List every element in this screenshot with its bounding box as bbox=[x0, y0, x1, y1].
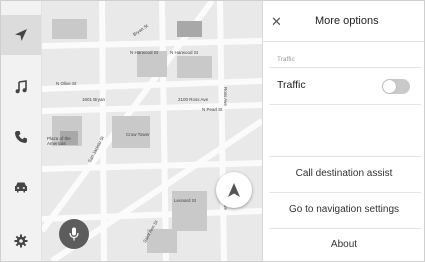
traffic-row[interactable]: Traffic bbox=[263, 70, 424, 104]
street-label: 2100 Ross Ave bbox=[178, 97, 209, 102]
phone-icon bbox=[15, 131, 27, 143]
rail-navigation-button[interactable] bbox=[1, 15, 41, 55]
navigation-arrow-icon bbox=[15, 29, 27, 41]
screen: N Harwood St N Harwood St N Olive St N P… bbox=[0, 0, 425, 262]
rail-vehicle-button[interactable] bbox=[1, 167, 41, 207]
divider bbox=[269, 104, 421, 105]
gear-icon bbox=[14, 234, 28, 248]
street-label: Ross Ave bbox=[223, 87, 228, 106]
map-view[interactable]: N Harwood St N Harwood St N Olive St N P… bbox=[42, 1, 262, 261]
more-options-panel: ✕ More options Traffic Traffic Call dest… bbox=[262, 1, 424, 261]
rail-media-button[interactable] bbox=[1, 67, 41, 107]
music-note-icon bbox=[15, 80, 27, 94]
navigation-arrow-icon bbox=[228, 183, 240, 197]
voice-input-button[interactable] bbox=[59, 219, 89, 249]
street-label: 1601 Bryan bbox=[82, 97, 106, 102]
street-label: Leonard St bbox=[174, 198, 197, 203]
divider bbox=[269, 67, 421, 68]
section-label: Traffic bbox=[277, 56, 295, 63]
close-icon[interactable]: ✕ bbox=[271, 15, 282, 28]
microphone-icon bbox=[69, 227, 79, 241]
street-label: N Harwood St bbox=[130, 50, 159, 55]
side-rail bbox=[1, 1, 42, 261]
call-destination-assist-button[interactable]: Call destination assist bbox=[263, 157, 424, 191]
street-label: Crow Tower bbox=[126, 132, 150, 137]
panel-header: ✕ More options bbox=[263, 1, 424, 42]
rail-phone-button[interactable] bbox=[1, 117, 41, 157]
car-icon bbox=[15, 182, 27, 193]
toggle-knob bbox=[383, 80, 396, 93]
panel-title: More options bbox=[315, 15, 379, 27]
street-label: N Olive St bbox=[56, 81, 77, 86]
traffic-label: Traffic bbox=[277, 79, 306, 91]
navigation-settings-button[interactable]: Go to navigation settings bbox=[263, 193, 424, 227]
street-label: N Harwood St bbox=[170, 50, 199, 55]
street-label: N Pearl St bbox=[202, 107, 223, 112]
street-label: Plaza of the Americas bbox=[47, 136, 71, 146]
recenter-navigation-button[interactable] bbox=[216, 172, 252, 208]
rail-settings-button[interactable] bbox=[1, 221, 41, 261]
traffic-toggle[interactable] bbox=[382, 79, 410, 94]
about-button[interactable]: About bbox=[263, 228, 424, 261]
